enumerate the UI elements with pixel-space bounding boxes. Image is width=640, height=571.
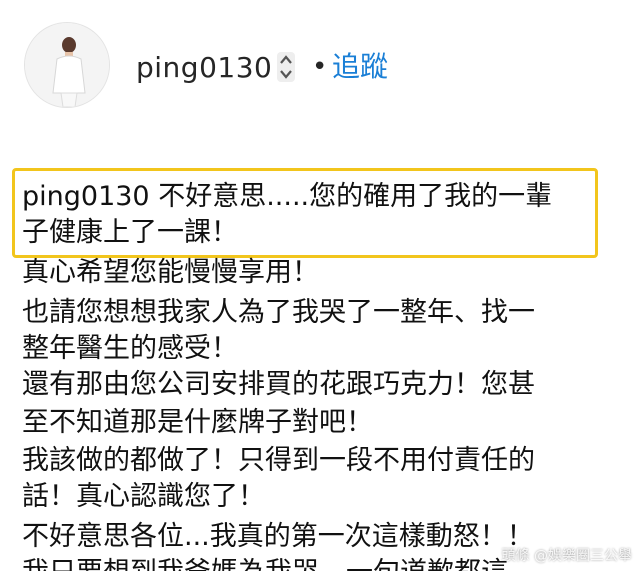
post-line-9: 話！真心認識您了！: [22, 481, 265, 512]
post-line-4: 也請您想想我家人為了我哭了一整年、找一: [22, 297, 535, 328]
watermark: 頭條 @娛樂圈三公舉: [501, 548, 632, 564]
post-line-1: ping0130 不好意思.....您的確用了我的一輩: [22, 180, 552, 214]
post-line-8: 我該做的都做了！只得到一段不用付責任的: [22, 445, 535, 476]
follow-button[interactable]: 追蹤: [332, 50, 388, 84]
post-line-10: 不好意思各位...我真的第一次這樣動怒！！: [22, 521, 534, 552]
separator-dot: •: [312, 52, 328, 82]
post-body: ping0130 不好意思.....您的確用了我的一輩 子健康上了一課！ 真心希…: [0, 160, 640, 571]
post-line-7: 至不知道那是什麼牌子對吧！: [22, 407, 373, 438]
mention-handle[interactable]: ping0130: [22, 181, 150, 212]
sort-toggle-icon[interactable]: [276, 50, 296, 84]
profile-header: ping0130 • 追蹤: [0, 0, 640, 140]
post-line-11: 我只要想到我爸媽為我哭，一句道歉都這: [22, 556, 508, 571]
avatar[interactable]: [24, 22, 110, 108]
avatar-figure-icon: [25, 23, 109, 107]
post-line-text: 不好意思.....您的確用了我的一輩: [158, 181, 553, 212]
post-line-2: 子健康上了一課！: [22, 217, 238, 248]
post-line-3: 真心希望您能慢慢享用！: [22, 257, 319, 288]
post-line-5: 整年醫生的感受！: [22, 333, 238, 364]
username[interactable]: ping0130: [136, 52, 272, 84]
post-line-6: 還有那由您公司安排買的花跟巧克力！您甚: [22, 369, 535, 400]
